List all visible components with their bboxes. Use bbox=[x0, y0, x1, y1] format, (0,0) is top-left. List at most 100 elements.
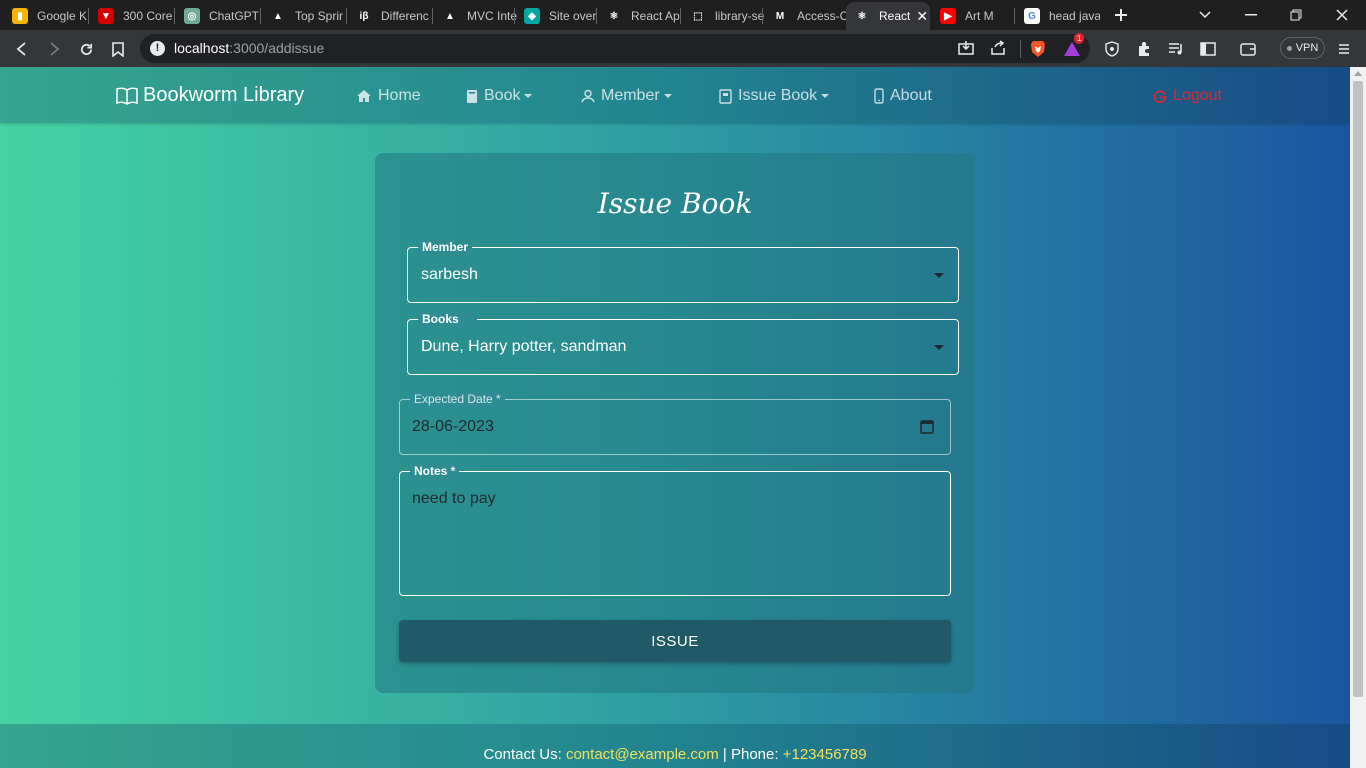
tab-title: Art M bbox=[965, 9, 994, 23]
caret-down-icon bbox=[821, 94, 830, 98]
tab-title: 300 Core bbox=[123, 9, 173, 23]
tab-separator bbox=[596, 8, 597, 24]
tab-search-button[interactable] bbox=[1185, 0, 1225, 30]
books-select[interactable]: Books Dune, Harry potter, sandman bbox=[407, 311, 959, 375]
nav-home[interactable]: Home bbox=[356, 87, 421, 105]
nav-issue-book-label: Issue Book bbox=[738, 87, 818, 104]
nav-book-dropdown[interactable]: Book bbox=[466, 87, 533, 105]
dropdown-arrow-icon bbox=[934, 345, 944, 350]
install-app-icon[interactable] bbox=[956, 38, 976, 58]
journal-icon bbox=[719, 88, 732, 104]
tab-title: head java bbox=[1049, 9, 1100, 23]
youtube-icon: ▶ bbox=[940, 8, 956, 24]
books-label: Books bbox=[418, 311, 477, 327]
tab-separator bbox=[514, 8, 515, 24]
tv-icon: ▼ bbox=[98, 8, 114, 24]
share-icon[interactable] bbox=[988, 38, 1008, 58]
brave-rewards-icon[interactable]: 1 bbox=[1062, 33, 1085, 59]
site-info-icon[interactable]: ! bbox=[150, 41, 165, 56]
react-icon: ⚛ bbox=[854, 8, 870, 24]
sidebar-icon[interactable] bbox=[1198, 39, 1218, 59]
minimize-icon bbox=[1245, 14, 1257, 16]
footer-contact: Contact Us: contact@example.com | Phone:… bbox=[0, 746, 1350, 763]
home-icon bbox=[357, 90, 371, 102]
new-tab-button[interactable] bbox=[1101, 0, 1141, 30]
browser-tab-bar: ▮ Google K ▼ 300 Core ◎ ChatGPT ▲ Top Sprir iβ Di… bbox=[0, 0, 1366, 30]
member-select[interactable]: Member sarbesh bbox=[407, 239, 959, 303]
notes-textarea[interactable]: Notes * need to pay bbox=[399, 463, 951, 596]
url-host: localhost bbox=[174, 40, 230, 56]
nav-issue-book-dropdown[interactable]: Issue Book bbox=[719, 87, 830, 105]
browser-tab[interactable]: ◆ Site over bbox=[516, 2, 600, 30]
tab-title: Google K bbox=[37, 9, 88, 23]
brand-link[interactable]: Bookworm Library bbox=[116, 84, 304, 107]
expected-date-input[interactable]: Expected Date * 28-06-2023 bbox=[399, 391, 951, 455]
footer-phone-link[interactable]: +123456789 bbox=[783, 746, 867, 763]
restore-button[interactable] bbox=[1276, 0, 1316, 30]
books-value: Dune, Harry potter, sandman bbox=[421, 338, 627, 355]
book-icon bbox=[467, 89, 477, 103]
nav-member-dropdown[interactable]: Member bbox=[581, 87, 672, 105]
app-navbar: Bookworm Library Home Book Member Issue … bbox=[0, 67, 1350, 123]
address-bar[interactable]: ! localhost:3000/addissue bbox=[140, 34, 1090, 63]
close-tab-icon[interactable]: ✕ bbox=[916, 8, 928, 25]
logout-label: Logout bbox=[1173, 87, 1222, 104]
browser-tab[interactable]: iβ Differenc bbox=[348, 2, 432, 30]
scroll-up-arrow-icon[interactable] bbox=[1354, 71, 1362, 76]
issue-book-card: Issue Book Member sarbesh Books Dune, Ha… bbox=[375, 153, 975, 693]
page-scrollbar[interactable] bbox=[1350, 67, 1366, 768]
tab-title: React Ap bbox=[631, 9, 680, 23]
vpn-label: VPN bbox=[1295, 42, 1319, 54]
tab-separator bbox=[88, 8, 89, 24]
browser-tab[interactable]: ⚛ React Ap bbox=[598, 2, 682, 30]
wallet-icon[interactable] bbox=[1238, 39, 1258, 59]
issue-button-label: ISSUE bbox=[651, 632, 699, 650]
calendar-icon[interactable] bbox=[920, 419, 934, 434]
issue-button[interactable]: ISSUE bbox=[399, 620, 951, 662]
google-logo-icon bbox=[1153, 90, 1167, 103]
browser-tab[interactable]: ▮ Google K bbox=[4, 2, 88, 30]
browser-tab[interactable]: ⬚ library-se bbox=[682, 2, 766, 30]
scroll-thumb[interactable] bbox=[1353, 81, 1363, 697]
vpn-status-dot bbox=[1286, 45, 1292, 51]
browser-toolbar: ! localhost:3000/addissue 1 VPN bbox=[0, 30, 1366, 67]
menu-icon[interactable] bbox=[1334, 39, 1354, 59]
nav-about[interactable]: About bbox=[874, 87, 932, 105]
tab-separator bbox=[174, 8, 175, 24]
browser-tab[interactable]: ▲ MVC Inte bbox=[434, 2, 518, 30]
browser-tab[interactable]: ▲ Top Sprir bbox=[262, 2, 346, 30]
tab-title: Site over bbox=[549, 9, 597, 23]
browser-tab[interactable]: Ghead java bbox=[1016, 2, 1100, 30]
plus-icon bbox=[1115, 9, 1127, 21]
browser-tab[interactable]: ⚛ React ✕ bbox=[846, 2, 930, 30]
browser-tab[interactable]: ▼ 300 Core bbox=[90, 2, 174, 30]
footer-email-link[interactable]: contact@example.com bbox=[566, 746, 719, 763]
minimize-button[interactable] bbox=[1231, 0, 1271, 30]
chevron-down-icon bbox=[1199, 11, 1211, 19]
browser-tab[interactable]: ▶ Art M bbox=[932, 2, 1016, 30]
logout-link[interactable]: Logout bbox=[1153, 87, 1222, 105]
tab-title: library-se bbox=[715, 9, 765, 23]
url-text[interactable]: localhost:3000/addissue bbox=[174, 40, 324, 56]
expected-date-value: 28-06-2023 bbox=[412, 418, 494, 435]
back-button[interactable] bbox=[9, 36, 35, 62]
forward-button[interactable] bbox=[41, 36, 67, 62]
browser-tab[interactable]: ◎ ChatGPT bbox=[176, 2, 260, 30]
open-book-icon bbox=[116, 87, 138, 105]
page-footer: Contact Us: contact@example.com | Phone:… bbox=[0, 724, 1350, 768]
tab-separator bbox=[432, 8, 433, 24]
reload-button[interactable] bbox=[73, 36, 99, 62]
diamond-icon: ◆ bbox=[524, 8, 540, 24]
privacy-shield-icon[interactable] bbox=[1102, 39, 1122, 59]
browser-tab[interactable]: M Access-C bbox=[764, 2, 848, 30]
tab-separator bbox=[260, 8, 261, 24]
close-window-button[interactable] bbox=[1322, 0, 1362, 30]
arrow-right-icon bbox=[50, 42, 60, 56]
bookmark-button[interactable] bbox=[105, 36, 131, 62]
vpn-button[interactable]: VPN bbox=[1280, 37, 1325, 59]
extensions-icon[interactable] bbox=[1134, 39, 1154, 59]
media-controls-icon[interactable] bbox=[1166, 39, 1186, 59]
brave-shield-icon[interactable] bbox=[1028, 39, 1048, 59]
mountain-icon: ▲ bbox=[270, 8, 286, 24]
restore-icon bbox=[1290, 9, 1302, 21]
